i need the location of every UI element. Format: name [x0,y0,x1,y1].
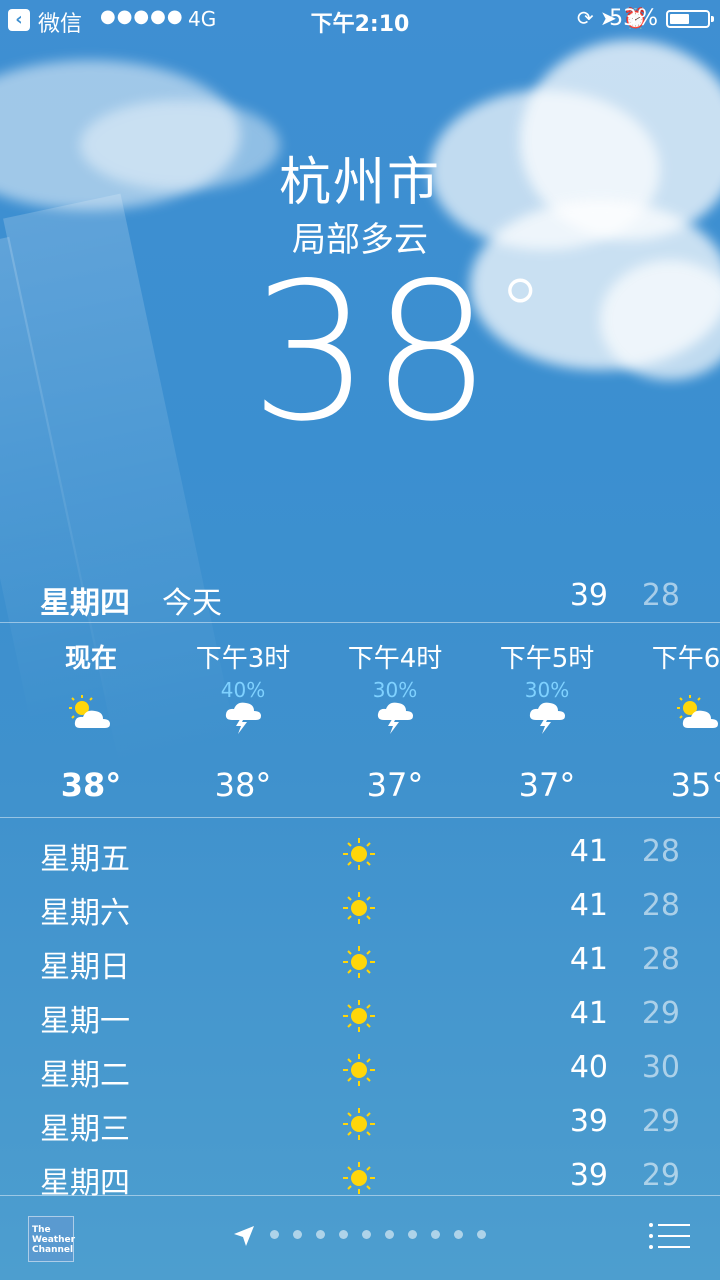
page-dot[interactable] [385,1230,394,1239]
day-name: 星期日 [40,950,130,985]
day-high: 39 [569,1158,608,1193]
hour-label: 下午5时 [499,644,595,674]
daily-row: 星期三 39 29 [0,1096,720,1150]
hour-temp: 38° [214,766,272,804]
hour-label: 下午3时 [195,644,291,674]
today-label: 今天 [162,586,222,621]
daily-row: 星期六 41 28 [0,880,720,934]
hour-temp: 38° [60,766,122,804]
rotation-lock-icon: ⟳ [576,6,594,30]
day-high: 41 [569,888,608,923]
partly-cloudy-sun-icon [69,695,110,728]
hour-temp: 35° [670,766,720,804]
sun-icon [343,1000,375,1032]
day-name: 星期六 [40,896,130,931]
day-low: 30 [641,1050,680,1085]
location-icon [234,1226,254,1246]
daily-row: 星期二 40 30 [0,1042,720,1096]
day-name: 星期五 [40,842,130,877]
day-high: 41 [569,834,608,869]
sun-icon [343,838,375,870]
hourly-forecast[interactable]: 现在 38° 下午3时 40% 38° 下午4时 30% 37° 下午5时 30… [0,624,720,816]
city-name: 杭州市 [278,153,441,213]
day-low: 29 [641,996,680,1031]
city-list-icon[interactable] [648,1222,690,1250]
page-dot[interactable] [293,1230,302,1239]
day-name: 星期三 [40,1112,130,1147]
day-low: 28 [641,834,680,869]
thunderstorm-icon [529,702,565,734]
page-dot[interactable] [477,1230,486,1239]
day-high: 39 [569,1104,608,1139]
divider [0,622,720,623]
divider [0,817,720,818]
daily-row: 星期一 41 29 [0,988,720,1042]
battery-icon [666,10,714,28]
sun-icon [343,1108,375,1140]
hour-label: 下午6时 [651,644,720,674]
daily-row: 星期日 41 28 [0,934,720,988]
page-dot[interactable] [362,1230,371,1239]
sun-icon [343,892,375,924]
day-low: 29 [641,1158,680,1193]
page-dot[interactable] [431,1230,440,1239]
page-dot[interactable] [339,1230,348,1239]
sun-icon [343,1162,375,1194]
battery-percent: 53% [609,6,658,31]
day-high: 41 [569,942,608,977]
day-low: 28 [641,888,680,923]
partly-cloudy-sun-icon [677,695,718,728]
page-dot[interactable] [316,1230,325,1239]
page-dot[interactable] [454,1230,463,1239]
day-name: 星期二 [40,1058,130,1093]
today-summary: 星期四 今天 39 28 [0,572,720,622]
thunderstorm-icon [377,702,413,734]
degree-symbol: ° [497,260,543,365]
current-temperature: 38° [250,242,543,463]
page-dot[interactable] [270,1230,279,1239]
thunderstorm-icon [225,702,261,734]
day-high: 40 [569,1050,608,1085]
day-low: 28 [641,942,680,977]
bottom-toolbar: The Weather Channel [0,1196,720,1280]
page-dot[interactable] [408,1230,417,1239]
today-day: 星期四 [40,586,130,621]
today-low: 28 [641,578,680,613]
today-high: 39 [569,578,608,613]
sun-icon [343,946,375,978]
hour-label: 下午4时 [347,644,443,674]
day-high: 41 [569,996,608,1031]
status-bar: ‹ 微信 ●●●●● 4G 下午2:10 ⟳ ➤ ⏰ 53% [0,0,720,40]
sun-icon [343,1054,375,1086]
hour-label: 现在 [64,644,117,674]
hour-temp: 37° [366,766,424,804]
hour-temp: 37° [518,766,576,804]
daily-row: 星期五 41 28 [0,826,720,880]
day-low: 29 [641,1104,680,1139]
day-name: 星期一 [40,1004,130,1039]
weather-channel-logo[interactable]: The Weather Channel [28,1216,75,1262]
